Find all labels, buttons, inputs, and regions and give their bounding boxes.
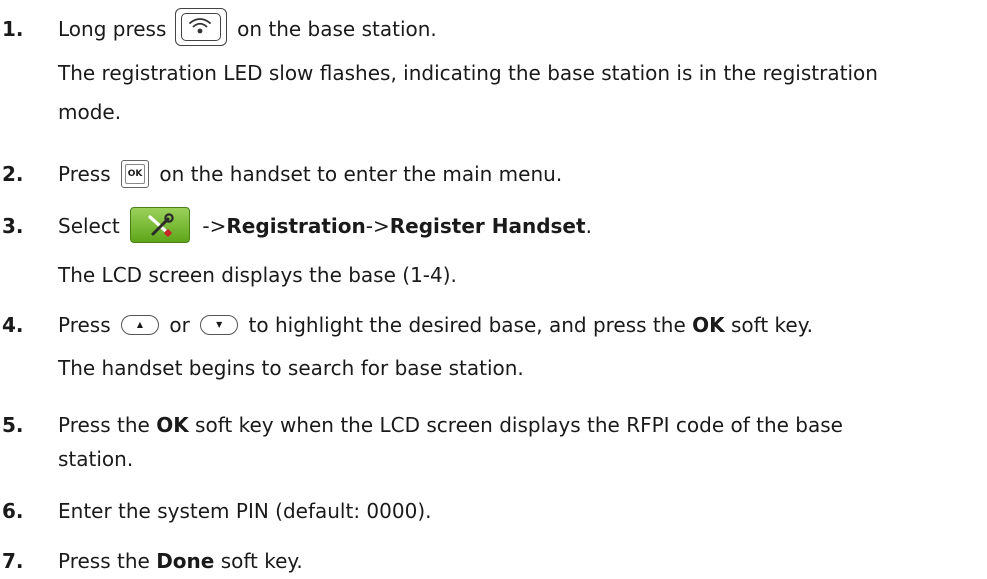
step-content: Enter the system PIN (default: 0000). — [58, 496, 979, 526]
step-number: 7. — [2, 549, 24, 573]
step-instruction: Enter the system PIN (default: 0000). — [58, 499, 432, 523]
soft-key-name: Done — [156, 549, 215, 573]
menu-path-register-handset: Register Handset — [389, 214, 586, 238]
step-note-continued: mode. — [58, 99, 122, 124]
step-instruction: Press ▲ or ▼ to highlight the desired ba… — [58, 310, 979, 340]
step-note: The handset begins to search for base st… — [58, 356, 524, 380]
instruction-text: soft key. — [220, 549, 303, 573]
step-content: Press ▲ or ▼ to highlight the desired ba… — [58, 310, 979, 383]
soft-key-name: OK — [156, 413, 189, 437]
step-content: Long press on the base station. The regi… — [58, 7, 979, 127]
step-instruction-continued: station. — [58, 447, 134, 471]
step-instruction: Press the OK soft key when the LCD scree… — [58, 410, 979, 440]
step-number: 1. — [2, 17, 24, 41]
instruction-text: Press the — [58, 549, 150, 573]
instruction-text: or — [169, 313, 190, 337]
step-content: Select ->Registration->Register Handset.… — [58, 206, 979, 290]
instruction-text: to highlight the desired base, and press… — [248, 313, 686, 337]
instruction-end: . — [585, 214, 592, 238]
step-note: The LCD screen displays the base (1-4). — [58, 262, 457, 287]
step-number: 3. — [2, 214, 24, 238]
step-content: Press the Done soft key. — [58, 546, 979, 576]
soft-key-name: OK — [692, 313, 725, 337]
instruction-text: Press — [58, 162, 111, 186]
step-instruction: Press OK on the handset to enter the mai… — [58, 159, 979, 189]
step-instruction: Long press on the base station. — [58, 7, 979, 46]
ok-key-label: OK — [125, 163, 145, 184]
menu-path-registration: Registration — [226, 214, 366, 238]
up-arrow-key-icon: ▲ — [121, 315, 159, 335]
step-number: 5. — [2, 413, 24, 437]
instruction-text: soft key. — [730, 313, 814, 337]
registration-button-icon — [174, 7, 227, 46]
down-arrow-key-icon: ▼ — [200, 315, 239, 335]
instruction-text: Press — [58, 313, 111, 337]
ok-key-icon: OK — [121, 159, 149, 188]
instruction-text: Select — [58, 214, 120, 238]
instruction-text: on the handset to enter the main menu. — [159, 162, 563, 186]
step-number: 2. — [2, 162, 24, 186]
step-note: The registration LED slow flashes, indic… — [58, 60, 878, 85]
instruction-text: on the base station. — [237, 17, 437, 41]
step-instruction: Press the Done soft key. — [58, 546, 979, 576]
instruction-text: Press the — [58, 413, 150, 437]
instruction-text: Long press — [58, 17, 167, 41]
step-number: 4. — [2, 313, 24, 337]
settings-icon — [130, 206, 191, 243]
step-instruction: Select ->Registration->Register Handset. — [58, 206, 979, 243]
step-content: Press OK on the handset to enter the mai… — [58, 159, 979, 189]
step-number: 6. — [2, 499, 24, 523]
instruction-text: soft key when the LCD screen displays th… — [195, 413, 843, 437]
step-content: Press the OK soft key when the LCD scree… — [58, 410, 979, 474]
menu-separator: -> — [202, 214, 227, 238]
menu-separator: -> — [365, 214, 390, 238]
